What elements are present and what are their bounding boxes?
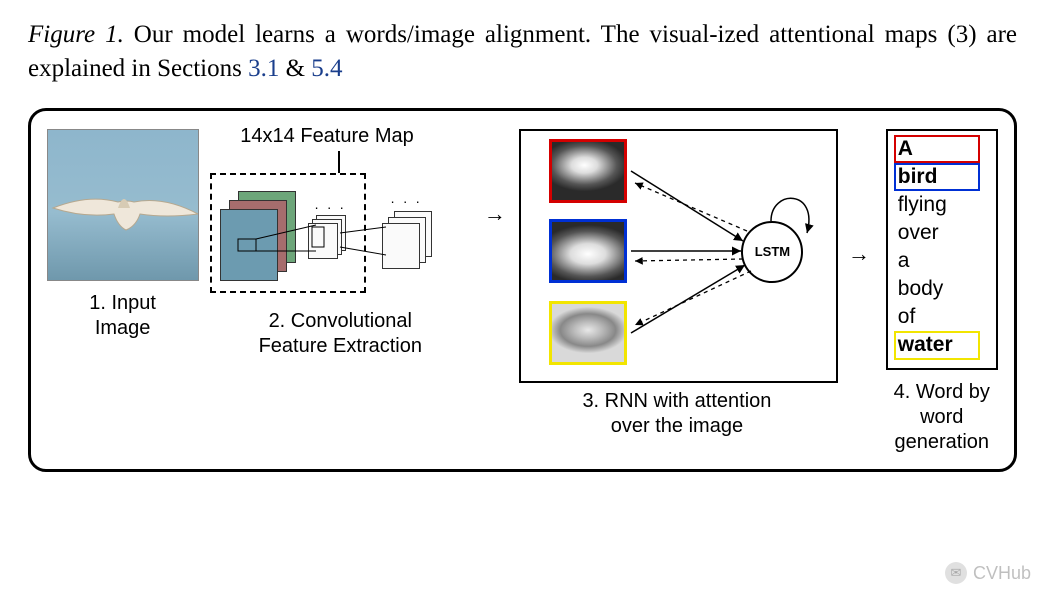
panel-rnn-attention: LSTM 3. RNN with at (519, 129, 834, 439)
generated-word: over (894, 219, 980, 247)
section-ref-b: 5.4 (311, 55, 342, 82)
ellipsis-icon: · · · (314, 199, 346, 215)
arrow-rnn-to-words-icon: → (844, 129, 873, 379)
figure-number: Figure 1. (28, 21, 124, 48)
generated-word: a (894, 247, 980, 275)
panel-input-image: 1. Input Image (45, 129, 200, 341)
generated-word: A (894, 135, 980, 163)
panel-3-label: 3. RNN with attention over the image (582, 389, 771, 439)
generated-word: of (894, 303, 980, 331)
panel-1-label: 1. Input Image (89, 291, 156, 341)
rnn-connections-icon (519, 129, 834, 379)
watermark: ✉ CVHub (945, 562, 1031, 584)
panel-word-generation: Abirdflyingoverabodyofwater 4. Word by w… (884, 129, 1000, 455)
generated-word: water (894, 331, 980, 359)
panel-2-label: 2. Convolutional Feature Extraction (259, 309, 422, 359)
ellipsis-icon: · · · (390, 193, 422, 209)
watermark-text: CVHub (973, 563, 1031, 584)
generated-word: body (894, 275, 980, 303)
generated-word: bird (894, 163, 980, 191)
figure-caption: Figure 1. Our model learns a words/image… (28, 18, 1017, 86)
feature-map-label: 14x14 Feature Map (240, 125, 413, 148)
section-ref-a: 3.1 (248, 55, 279, 82)
generated-word: flying (894, 191, 980, 219)
arrow-conv-to-rnn-icon: → (480, 129, 509, 299)
figure-diagram: 1. Input Image 14x14 Feature Map · · · (28, 108, 1017, 472)
caption-amp: & (279, 55, 311, 82)
input-image (47, 129, 199, 281)
caption-text-1: Our model learns a words/image alignment… (28, 21, 1017, 82)
bird-illustration-icon (48, 130, 198, 280)
generated-words-box: Abirdflyingoverabodyofwater (886, 129, 998, 370)
panel-4-label: 4. Word by word generation (894, 380, 990, 455)
wechat-icon: ✉ (945, 562, 967, 584)
panel-conv-features: 14x14 Feature Map · · · · · · (210, 129, 470, 359)
